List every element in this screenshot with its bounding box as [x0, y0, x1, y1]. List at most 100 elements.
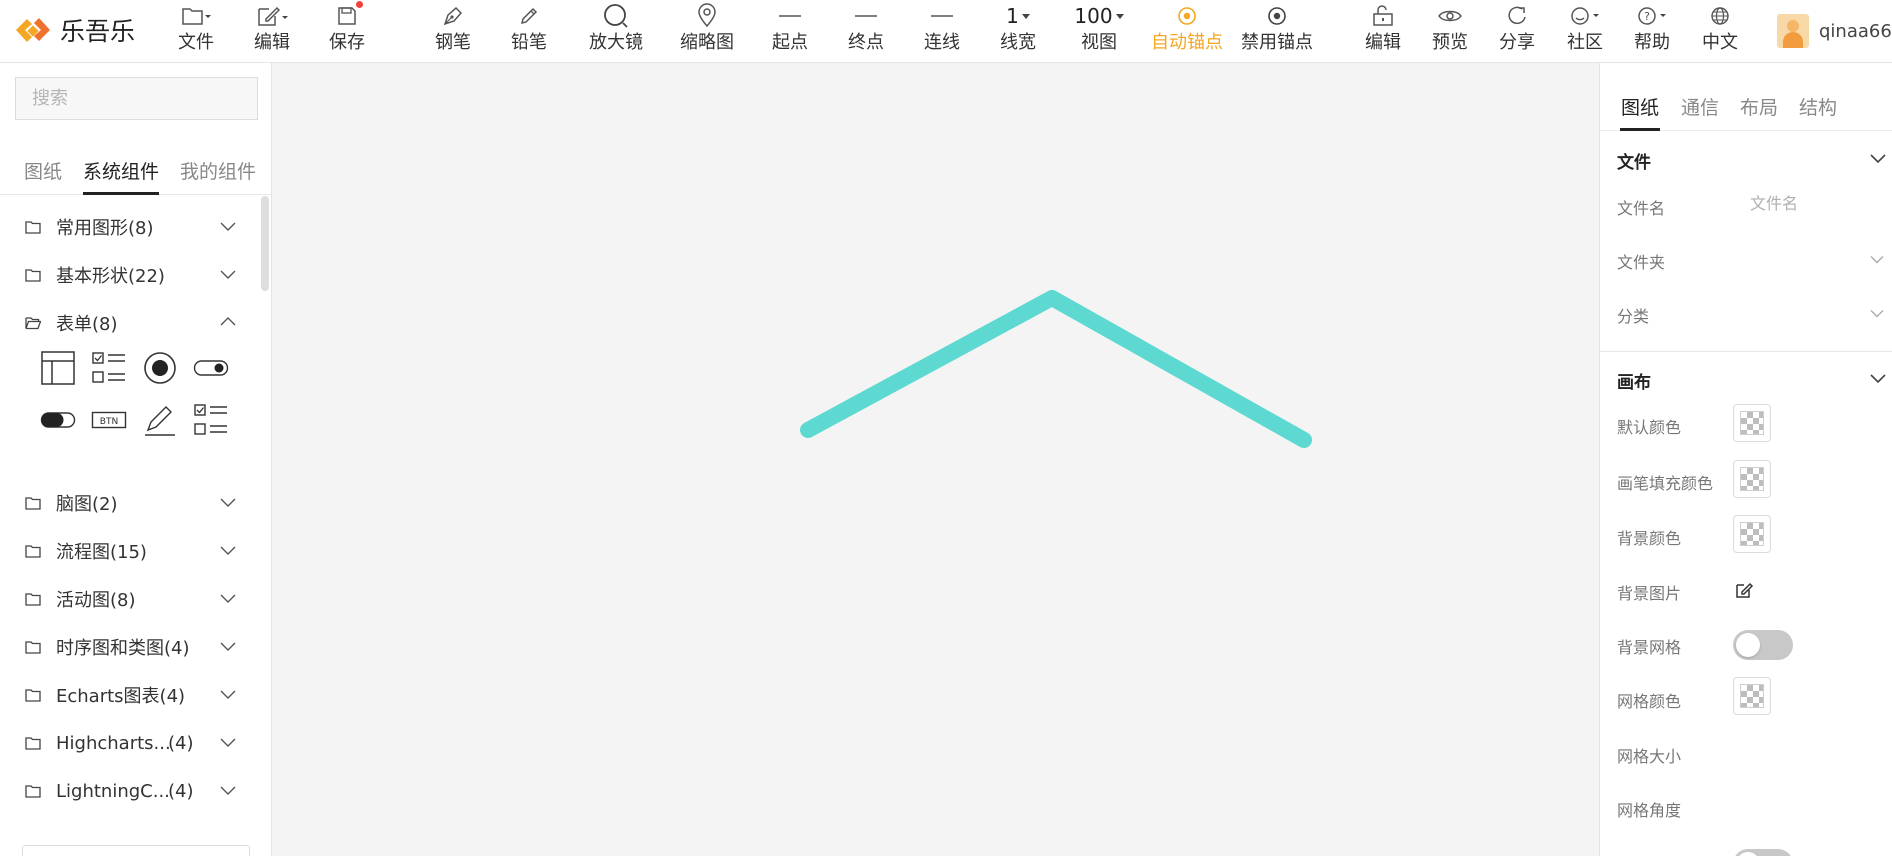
signature-icon[interactable]: [140, 400, 180, 440]
edit-mode-button[interactable]: 编辑: [1363, 0, 1403, 62]
category-select-chevron-icon[interactable]: [1870, 309, 1884, 318]
user-menu[interactable]: qinaa66: [1777, 14, 1892, 48]
category-lightningchart[interactable]: LightningC... (4): [0, 771, 258, 811]
transparent-pattern: [1740, 522, 1764, 546]
category-highcharts[interactable]: Highcharts... (4): [0, 723, 258, 763]
edit-icon[interactable]: [1734, 580, 1754, 600]
category-flowchart[interactable]: 流程图(15): [0, 531, 258, 571]
component-sidebar: 图纸 系统组件 我的组件 常用图形(8) 基本形状(22) 表单(8): [0, 63, 272, 856]
category-common-shapes[interactable]: 常用图形(8): [0, 207, 258, 247]
tab-my-components[interactable]: 我的组件: [180, 157, 256, 184]
tab-system-components[interactable]: 系统组件: [83, 157, 159, 184]
default-color-swatch[interactable]: [1733, 404, 1771, 442]
app-logo[interactable]: 乐吾乐: [12, 10, 135, 50]
category-activity-diagram[interactable]: 活动图(8): [0, 579, 258, 619]
transparent-pattern: [1740, 467, 1764, 491]
line-width-select[interactable]: 1 线宽: [998, 0, 1038, 62]
disable-anchor-toggle[interactable]: 禁用锚点: [1240, 0, 1314, 62]
globe-icon: [1711, 7, 1729, 25]
unsaved-dot: [356, 1, 363, 8]
svg-text:?: ?: [1644, 10, 1650, 23]
magnifier-tool[interactable]: 放大镜: [586, 0, 646, 62]
filename-label: 文件名: [1617, 199, 1666, 218]
line-start-icon: [779, 15, 801, 17]
button-icon[interactable]: BTN: [89, 400, 129, 440]
language-menu[interactable]: 中文: [1700, 0, 1740, 62]
chevron-down-icon: [220, 594, 236, 603]
bg-color-swatch[interactable]: [1733, 515, 1771, 553]
line-icon: [931, 15, 953, 17]
category-label: 分类: [1617, 307, 1650, 326]
end-point-tool[interactable]: 终点: [846, 0, 886, 62]
additional-toggle[interactable]: [1733, 849, 1793, 856]
chevron-up-icon: [220, 317, 236, 326]
auto-anchor-toggle[interactable]: 自动锚点: [1150, 0, 1224, 62]
chevron-down-icon: [220, 786, 236, 795]
grid-color-label: 网格颜色: [1617, 692, 1682, 711]
sidebar-bottom-input[interactable]: [22, 845, 250, 856]
tab-drawing[interactable]: 图纸: [1621, 93, 1659, 120]
category-forms[interactable]: 表单(8): [0, 303, 258, 343]
start-point-tool[interactable]: 起点: [770, 0, 810, 62]
active-tab-indicator: [83, 192, 159, 195]
radio-icon[interactable]: [140, 348, 180, 388]
switch-off-icon[interactable]: [38, 400, 78, 440]
category-basic-shapes[interactable]: 基本形状(22): [0, 255, 258, 295]
chevron-down-icon: [220, 498, 236, 507]
checklist-icon[interactable]: [89, 348, 129, 388]
tab-communication[interactable]: 通信: [1681, 93, 1719, 120]
button-icon-text: BTN: [100, 417, 118, 427]
pencil-tool[interactable]: 铅笔: [509, 0, 549, 62]
chevron-down-icon[interactable]: [1870, 153, 1886, 163]
map-pin-icon: [698, 3, 716, 28]
connector-tool[interactable]: 连线: [922, 0, 962, 62]
minimap-tool[interactable]: 缩略图: [677, 0, 737, 62]
bg-grid-label: 背景网格: [1617, 638, 1682, 657]
drawing-canvas[interactable]: [272, 63, 1599, 856]
avatar: [1777, 14, 1809, 48]
filename-input[interactable]: [1750, 188, 1885, 218]
grid-color-swatch[interactable]: [1733, 677, 1771, 715]
logo-icon: [16, 18, 50, 42]
share-button[interactable]: 分享: [1497, 0, 1537, 62]
edit-menu[interactable]: 编辑: [250, 0, 294, 62]
pen-tool[interactable]: 钢笔: [433, 0, 473, 62]
help-menu[interactable]: ? 帮助: [1630, 0, 1674, 62]
tab-drawings[interactable]: 图纸: [24, 157, 62, 184]
category-sequence-class[interactable]: 时序图和类图(4): [0, 627, 258, 667]
chevron-down-icon[interactable]: [1870, 373, 1886, 383]
bg-image-label: 背景图片: [1617, 584, 1682, 603]
folder-icon: [25, 593, 41, 606]
magnifier-icon: [604, 4, 628, 28]
search-input[interactable]: [15, 77, 258, 120]
folder-icon: [25, 545, 41, 558]
community-menu[interactable]: 社区: [1563, 0, 1607, 62]
folder-open-icon: [25, 317, 41, 330]
view-zoom-select[interactable]: 100 视图: [1072, 0, 1126, 62]
category-mindmap[interactable]: 脑图(2): [0, 483, 258, 523]
checklist-icon[interactable]: [191, 400, 231, 440]
chevron-down-icon: [1115, 13, 1124, 19]
category-echarts[interactable]: Echarts图表(4): [0, 675, 258, 715]
brush-fill-swatch[interactable]: [1733, 460, 1771, 498]
save-button[interactable]: 保存: [327, 0, 367, 62]
grid-size-label: 网格大小: [1617, 747, 1682, 766]
drawn-polyline[interactable]: [800, 290, 1312, 448]
folder-select-chevron-icon[interactable]: [1870, 255, 1884, 264]
chevron-down-icon: [220, 270, 236, 279]
chevron-down-icon: [220, 222, 236, 231]
bg-grid-toggle[interactable]: [1733, 630, 1793, 660]
tab-layout[interactable]: 布局: [1740, 93, 1778, 120]
preview-button[interactable]: 预览: [1430, 0, 1470, 62]
sidebar-scrollbar[interactable]: [261, 196, 269, 291]
table-icon[interactable]: [38, 348, 78, 388]
pen-icon: [443, 6, 463, 26]
properties-tabs: 图纸 通信 布局 结构: [1600, 63, 1892, 131]
edit-icon: [258, 6, 288, 26]
file-menu[interactable]: 文件: [174, 0, 218, 62]
tab-structure[interactable]: 结构: [1799, 93, 1837, 120]
file-section-title: 文件: [1617, 153, 1651, 173]
folder-icon: [25, 497, 41, 510]
switch-on-icon[interactable]: [191, 348, 231, 388]
canvas-section-title: 画布: [1617, 373, 1651, 393]
